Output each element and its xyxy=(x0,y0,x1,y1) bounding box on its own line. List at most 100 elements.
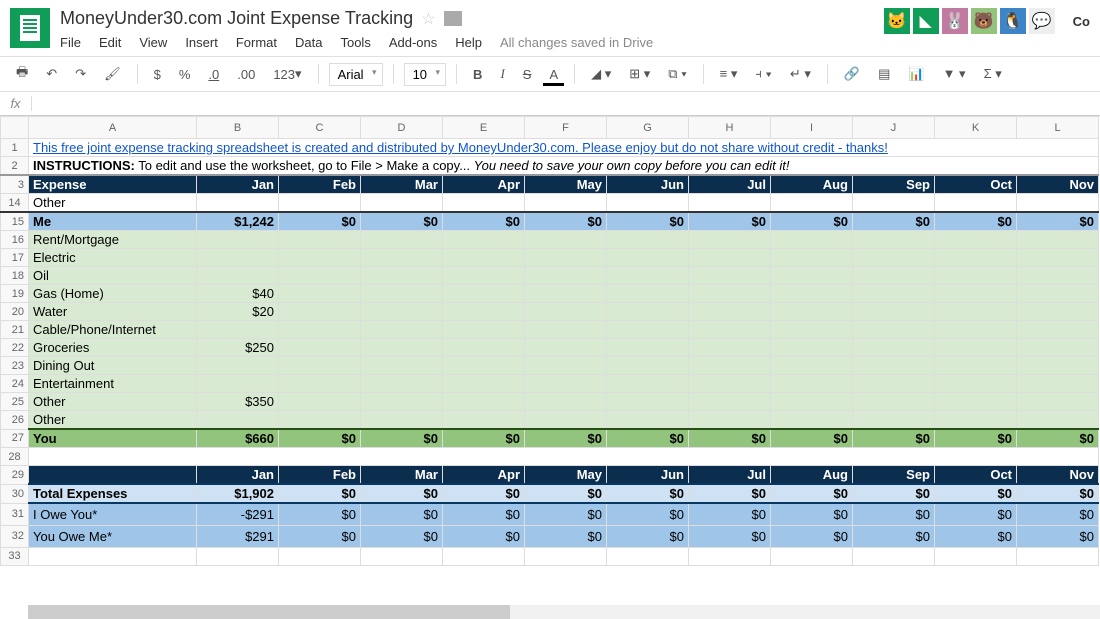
cell[interactable]: $291 xyxy=(197,525,279,547)
row-header[interactable]: 15 xyxy=(1,212,29,231)
cell[interactable] xyxy=(771,267,853,285)
horizontal-scrollbar[interactable] xyxy=(28,605,1100,619)
cell[interactable] xyxy=(935,411,1017,430)
cell[interactable] xyxy=(197,267,279,285)
menu-data[interactable]: Data xyxy=(295,35,322,50)
cell[interactable] xyxy=(525,375,607,393)
cell[interactable] xyxy=(935,285,1017,303)
cell[interactable] xyxy=(771,357,853,375)
cell[interactable]: Nov xyxy=(1017,466,1099,485)
cell[interactable] xyxy=(853,249,935,267)
cell[interactable] xyxy=(607,393,689,411)
cell[interactable]: $0 xyxy=(771,525,853,547)
cell[interactable] xyxy=(361,411,443,430)
row-header[interactable]: 28 xyxy=(1,448,29,466)
cell[interactable]: $0 xyxy=(361,212,443,231)
cell[interactable] xyxy=(689,375,771,393)
cell[interactable]: $0 xyxy=(689,212,771,231)
cell[interactable] xyxy=(525,231,607,249)
cell[interactable]: Feb xyxy=(279,466,361,485)
cell[interactable] xyxy=(853,411,935,430)
cell[interactable]: May xyxy=(525,466,607,485)
cell[interactable] xyxy=(279,393,361,411)
cell[interactable] xyxy=(1017,321,1099,339)
cell[interactable]: Jan xyxy=(197,175,279,194)
row-header[interactable]: 32 xyxy=(1,525,29,547)
cell[interactable] xyxy=(525,194,607,213)
cell[interactable] xyxy=(279,321,361,339)
cell[interactable] xyxy=(197,547,279,565)
cell[interactable] xyxy=(361,339,443,357)
cell[interactable]: $250 xyxy=(197,339,279,357)
cell[interactable] xyxy=(443,375,525,393)
row-header[interactable]: 29 xyxy=(1,466,29,485)
cell[interactable] xyxy=(443,357,525,375)
cell[interactable]: $0 xyxy=(607,212,689,231)
comment-icon[interactable]: ▤ xyxy=(872,62,896,86)
cell[interactable]: $0 xyxy=(935,429,1017,448)
cell[interactable]: -$291 xyxy=(197,503,279,525)
cell[interactable] xyxy=(279,357,361,375)
cell[interactable] xyxy=(443,411,525,430)
cell[interactable]: Jun xyxy=(607,466,689,485)
cell[interactable]: Other xyxy=(29,194,197,213)
cell[interactable] xyxy=(1017,375,1099,393)
cell[interactable] xyxy=(279,411,361,430)
cell[interactable] xyxy=(197,411,279,430)
cell[interactable]: $0 xyxy=(771,429,853,448)
col-header[interactable]: B xyxy=(197,117,279,139)
spreadsheet-grid[interactable]: A B C D E F G H I J K L 1 This free join… xyxy=(0,116,1100,566)
cell[interactable] xyxy=(853,375,935,393)
cell[interactable]: Oct xyxy=(935,466,1017,485)
cell[interactable]: Other xyxy=(29,411,197,430)
cell[interactable]: $0 xyxy=(853,503,935,525)
cell[interactable] xyxy=(279,249,361,267)
cell[interactable] xyxy=(1017,267,1099,285)
cell[interactable]: Groceries xyxy=(29,339,197,357)
cell[interactable] xyxy=(1017,393,1099,411)
cell[interactable] xyxy=(525,357,607,375)
cell[interactable] xyxy=(443,231,525,249)
cell[interactable] xyxy=(935,303,1017,321)
cell[interactable] xyxy=(853,303,935,321)
cell[interactable]: Sep xyxy=(853,466,935,485)
cell[interactable] xyxy=(197,357,279,375)
avatar[interactable]: 🐻 xyxy=(971,8,997,34)
cell[interactable]: Aug xyxy=(771,175,853,194)
cell[interactable]: Total Expenses xyxy=(29,484,197,503)
cell[interactable] xyxy=(525,339,607,357)
cell[interactable]: $0 xyxy=(853,212,935,231)
cell[interactable]: $350 xyxy=(197,393,279,411)
filter-icon[interactable]: ▼ ▾ xyxy=(937,62,972,86)
cell[interactable]: You xyxy=(29,429,197,448)
cell[interactable]: Apr xyxy=(443,175,525,194)
cell[interactable] xyxy=(689,249,771,267)
row-header[interactable]: 23 xyxy=(1,357,29,375)
row-header[interactable]: 30 xyxy=(1,484,29,503)
cell[interactable]: Mar xyxy=(361,175,443,194)
cell[interactable]: $1,902 xyxy=(197,484,279,503)
cell[interactable] xyxy=(689,357,771,375)
cell[interactable]: $1,242 xyxy=(197,212,279,231)
cell[interactable]: INSTRUCTIONS: To edit and use the worksh… xyxy=(29,157,1099,176)
cell[interactable] xyxy=(361,303,443,321)
cell[interactable] xyxy=(279,231,361,249)
cell[interactable] xyxy=(279,375,361,393)
halign-icon[interactable]: ≡ ▾ xyxy=(714,62,744,86)
cell[interactable]: Cable/Phone/Internet xyxy=(29,321,197,339)
col-header[interactable]: K xyxy=(935,117,1017,139)
borders-icon[interactable]: ⊞ ▾ xyxy=(623,62,656,86)
col-header[interactable]: L xyxy=(1017,117,1099,139)
cell[interactable] xyxy=(525,321,607,339)
cell[interactable]: I Owe You* xyxy=(29,503,197,525)
cell[interactable] xyxy=(525,547,607,565)
cell[interactable]: Me xyxy=(29,212,197,231)
cell[interactable]: $0 xyxy=(525,484,607,503)
valign-icon[interactable]: ⫞ ▾ xyxy=(749,62,777,86)
row-header[interactable]: 20 xyxy=(1,303,29,321)
cell[interactable] xyxy=(607,194,689,213)
cell[interactable] xyxy=(607,303,689,321)
star-icon[interactable]: ☆ xyxy=(421,9,435,29)
cell[interactable] xyxy=(771,231,853,249)
cell[interactable] xyxy=(935,231,1017,249)
